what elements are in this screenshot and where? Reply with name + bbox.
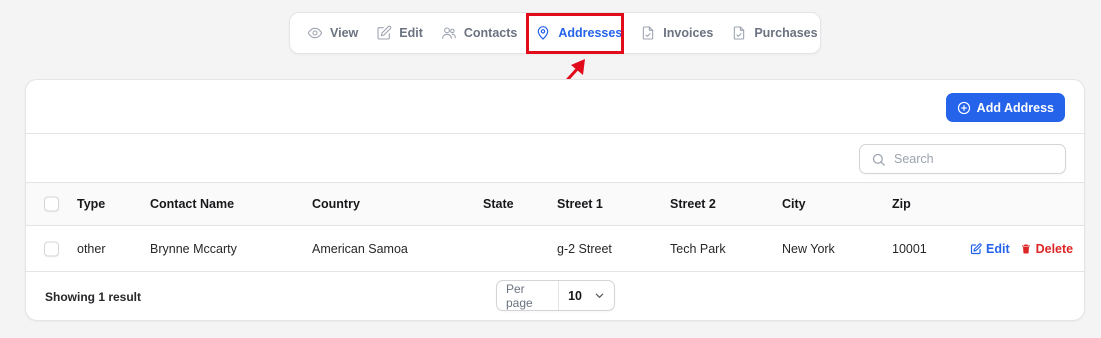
add-address-label: Add Address (976, 100, 1054, 115)
add-address-button[interactable]: Add Address (945, 93, 1065, 122)
column-header-street-1[interactable]: Street 1 (557, 183, 603, 225)
column-header-street-2[interactable]: Street 2 (670, 183, 716, 225)
edit-button[interactable]: Edit (970, 242, 1010, 256)
column-header-country[interactable]: Country (312, 183, 360, 225)
table-footer: Showing 1 result Per page 10 (26, 272, 1084, 320)
tab-label: Contacts (463, 26, 518, 40)
row-actions: Edit Delete (970, 226, 1073, 271)
results-count: Showing 1 result (45, 290, 142, 304)
map-pin-icon (538, 26, 549, 40)
tab-contacts[interactable]: Contacts (432, 18, 526, 48)
column-header-city[interactable]: City (782, 183, 806, 225)
column-header-zip[interactable]: Zip (892, 183, 911, 225)
tab-label: Purchases (754, 26, 818, 40)
cell-street-1: g-2 Street (557, 241, 612, 256)
pencil-square-icon (970, 242, 982, 254)
tab-invoices[interactable]: Invoices (631, 18, 722, 48)
edit-label: Edit (986, 241, 1010, 256)
document-check-icon (734, 26, 745, 40)
users-icon (442, 27, 456, 39)
table-row[interactable]: other Brynne Mccarty American Samoa g-2 … (26, 226, 1084, 272)
document-check-icon (643, 26, 654, 40)
card-header: Add Address (26, 80, 1084, 134)
tab-label: Addresses (558, 26, 623, 40)
cell-street-2: Tech Park (670, 241, 726, 256)
per-page-value: 10 (568, 288, 582, 303)
per-page-label: Per page (497, 281, 560, 310)
cell-contact-name: Brynne Mccarty (150, 241, 237, 256)
tab-label: Invoices (663, 26, 714, 40)
per-page-control: Per page 10 (496, 280, 615, 311)
search-icon (872, 153, 885, 166)
table-header: Type Contact Name Country State Street 1… (26, 183, 1084, 226)
cell-city: New York (782, 241, 835, 256)
cell-country: American Samoa (312, 241, 408, 256)
cell-type: other (77, 241, 106, 256)
cell-zip: 10001 (892, 241, 927, 256)
pencil-square-icon (377, 25, 392, 40)
delete-button[interactable]: Delete (1020, 241, 1074, 256)
search-toolbar (26, 134, 1084, 183)
eye-icon (307, 27, 323, 39)
tab-purchases[interactable]: Purchases (722, 18, 826, 48)
delete-label: Delete (1035, 241, 1074, 256)
column-header-contact-name[interactable]: Contact Name (150, 183, 234, 225)
tab-view[interactable]: View (298, 18, 367, 48)
tab-bar: View Edit Contacts Addresses Invoices Pu… (289, 12, 821, 54)
per-page-select[interactable]: 10 (559, 281, 614, 310)
plus-circle-icon (957, 101, 970, 114)
addresses-card: Add Address Type Contact Name Country St… (25, 79, 1085, 321)
column-header-type[interactable]: Type (77, 183, 105, 225)
tab-label: View (330, 26, 359, 40)
select-all-checkbox[interactable] (44, 196, 59, 212)
tab-addresses[interactable]: Addresses (526, 18, 631, 48)
chevron-down-icon (595, 293, 604, 298)
row-checkbox[interactable] (44, 241, 59, 256)
column-header-state[interactable]: State (483, 183, 514, 225)
trash-icon (1021, 244, 1030, 253)
search-input[interactable] (894, 152, 1054, 166)
tab-label: Edit (399, 26, 423, 40)
search-box[interactable] (859, 144, 1066, 174)
tab-edit[interactable]: Edit (367, 18, 432, 48)
